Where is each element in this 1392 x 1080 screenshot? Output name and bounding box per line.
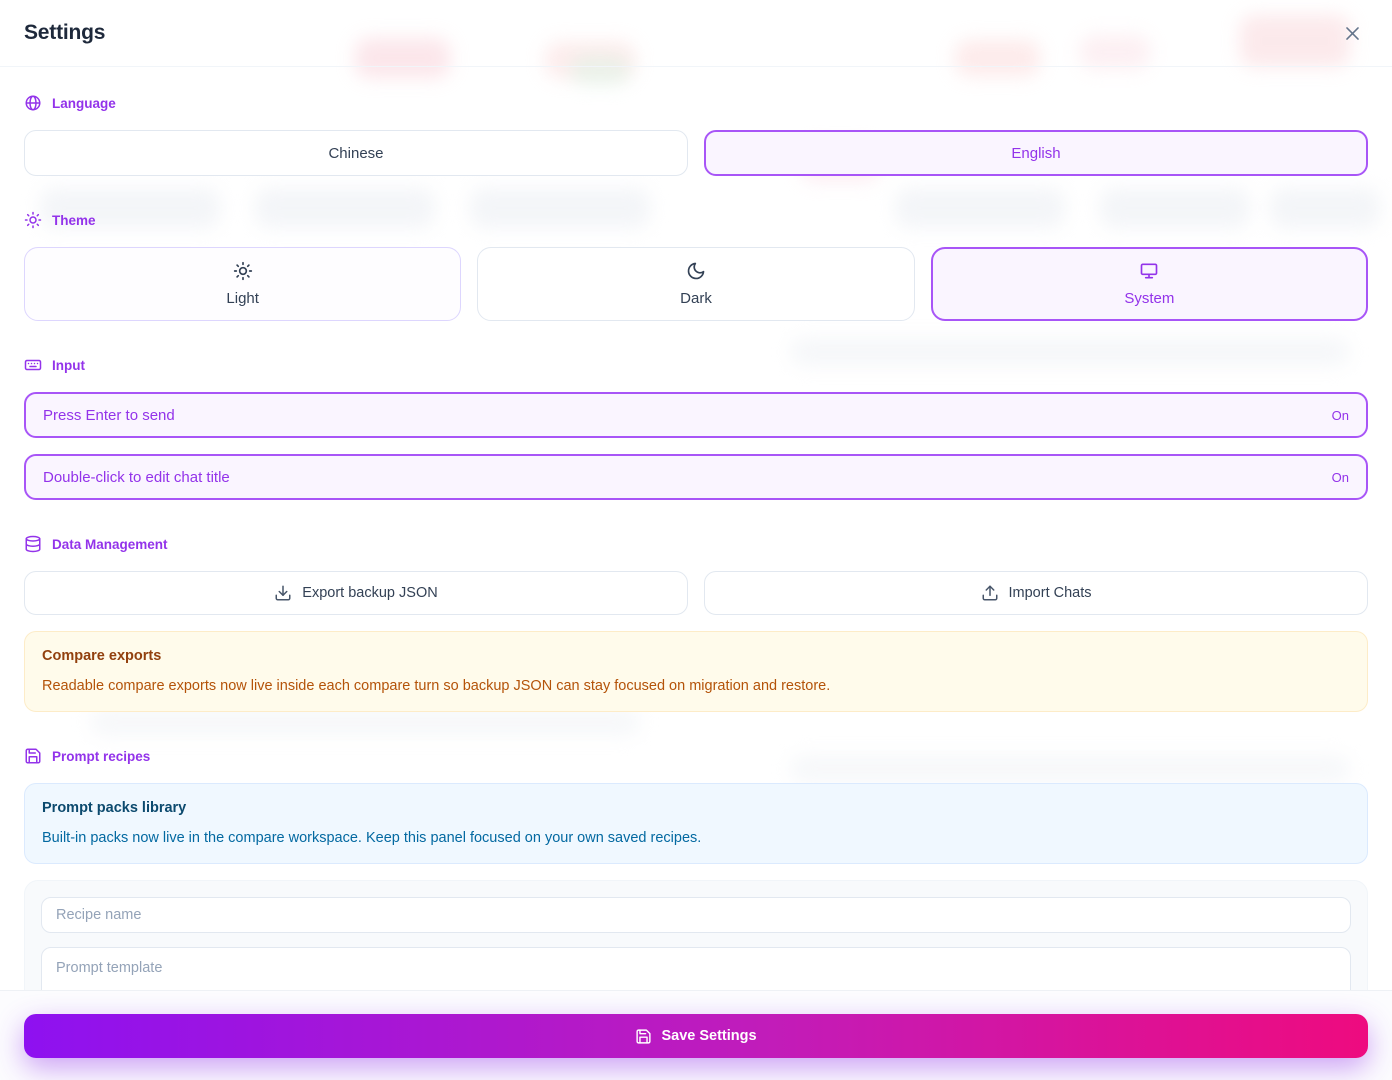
page-title: Settings — [24, 21, 105, 45]
language-option-english[interactable]: English — [704, 130, 1368, 176]
settings-screen: Settings Language Chinese English — [0, 0, 1392, 1080]
modal-header: Settings — [0, 0, 1392, 67]
section-theme: Theme Light Dark — [24, 211, 1368, 321]
monitor-icon — [1139, 261, 1159, 281]
section-language: Language Chinese English — [24, 94, 1368, 176]
section-data-management: Data Management Export backup JSON Impor… — [24, 535, 1368, 712]
toggle-label: Press Enter to send — [43, 407, 175, 424]
close-button[interactable] — [1339, 20, 1366, 47]
language-section-label: Language — [24, 94, 1368, 112]
theme-option-system[interactable]: System — [931, 247, 1368, 321]
notice-body: Readable compare exports now live inside… — [42, 676, 1350, 697]
data-management-section-label: Data Management — [24, 535, 1368, 553]
language-option-chinese[interactable]: Chinese — [24, 130, 688, 176]
toggle-state-badge: On — [1332, 470, 1349, 485]
input-section-label: Input — [24, 356, 1368, 374]
theme-option-dark[interactable]: Dark — [477, 247, 914, 321]
theme-option-label: Light — [226, 290, 259, 307]
save-settings-button[interactable]: Save Settings — [24, 1014, 1368, 1058]
moon-icon — [686, 261, 706, 281]
import-chats-button[interactable]: Import Chats — [704, 571, 1368, 615]
compare-exports-notice: Compare exports Readable compare exports… — [24, 631, 1368, 712]
export-backup-json-button[interactable]: Export backup JSON — [24, 571, 688, 615]
sun-small-icon — [24, 211, 42, 229]
globe-icon — [24, 94, 42, 112]
keyboard-icon — [24, 356, 42, 374]
settings-modal: Settings Language Chinese English — [0, 0, 1392, 1080]
sun-icon — [233, 261, 253, 281]
notice-body: Built-in packs now live in the compare w… — [42, 828, 1350, 849]
theme-option-light[interactable]: Light — [24, 247, 461, 321]
prompt-packs-library-notice: Prompt packs library Built-in packs now … — [24, 783, 1368, 864]
toggle-state-badge: On — [1332, 408, 1349, 423]
action-button-label: Export backup JSON — [302, 585, 437, 601]
section-input: Input Press Enter to send On Double-clic… — [24, 356, 1368, 500]
close-icon — [1343, 24, 1362, 43]
toggle-label: Double-click to edit chat title — [43, 469, 230, 486]
modal-content: Language Chinese English Theme — [0, 67, 1392, 1080]
save-settings-label: Save Settings — [661, 1028, 756, 1044]
modal-footer: Save Settings — [0, 990, 1392, 1080]
theme-option-label: System — [1124, 290, 1174, 307]
toggle-press-enter-to-send[interactable]: Press Enter to send On — [24, 392, 1368, 438]
database-icon — [24, 535, 42, 553]
theme-option-label: Dark — [680, 290, 712, 307]
theme-section-label: Theme — [24, 211, 1368, 229]
save-icon — [635, 1028, 652, 1045]
notice-title: Prompt packs library — [42, 798, 1350, 819]
notice-title: Compare exports — [42, 646, 1350, 667]
recipe-name-input[interactable] — [41, 897, 1351, 933]
upload-icon — [981, 584, 999, 602]
toggle-double-click-edit-title[interactable]: Double-click to edit chat title On — [24, 454, 1368, 500]
save-file-icon — [24, 747, 42, 765]
download-icon — [274, 584, 292, 602]
action-button-label: Import Chats — [1009, 585, 1092, 601]
prompt-recipes-section-label: Prompt recipes — [24, 747, 1368, 765]
